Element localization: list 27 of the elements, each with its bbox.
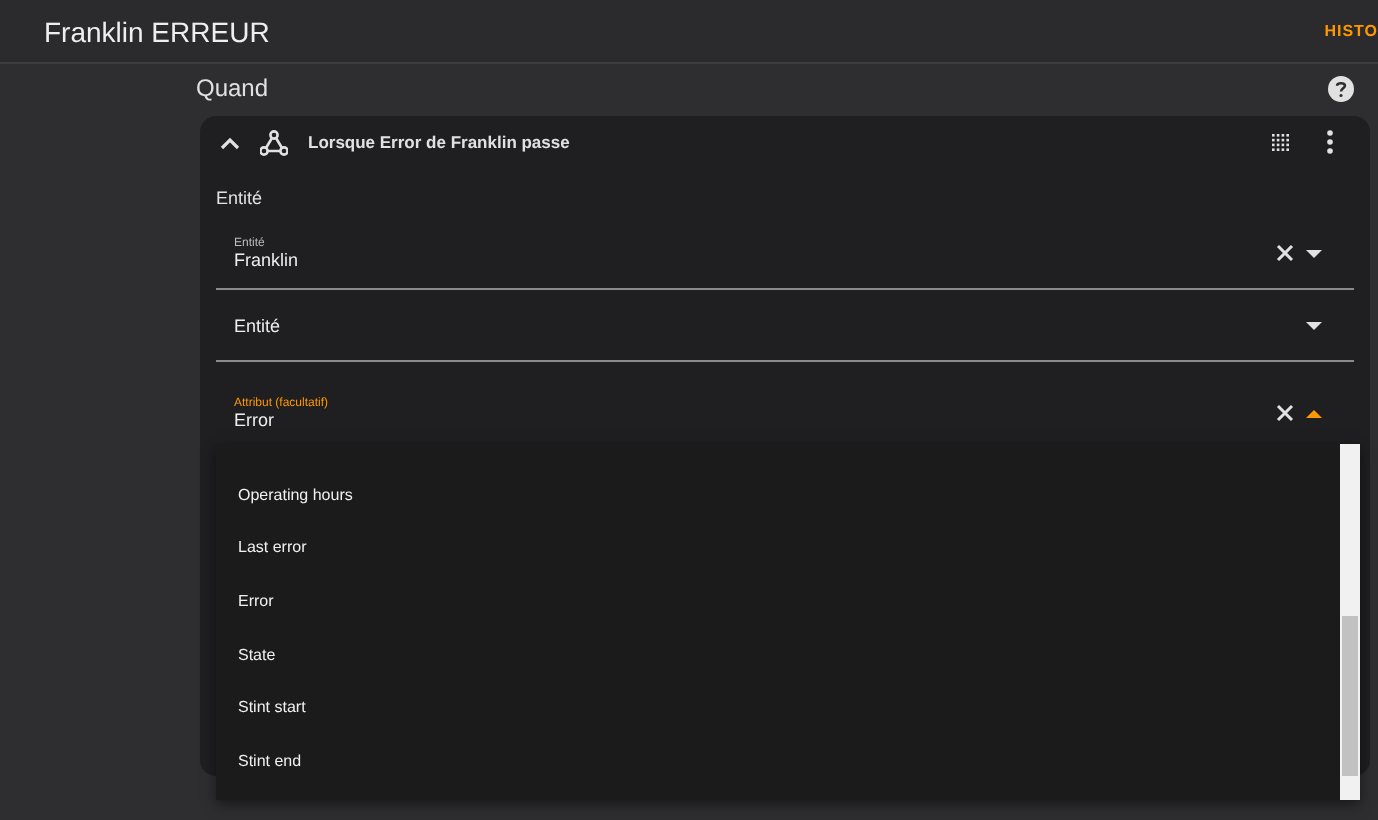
select-field[interactable]: Entité xyxy=(216,290,1354,362)
grid-icon[interactable] xyxy=(1272,133,1290,151)
nodes-icon xyxy=(260,129,288,155)
page-title: Franklin ERREUR xyxy=(44,15,270,47)
caret-icon[interactable] xyxy=(1306,321,1322,329)
scrollbar-thumb[interactable] xyxy=(1342,616,1358,776)
dropdown-item[interactable]: Operating hours xyxy=(216,468,1340,522)
field-value: Error xyxy=(234,409,276,429)
dropdown-item[interactable]: State xyxy=(216,627,1340,681)
section-title: Quand xyxy=(196,74,269,102)
history-tab[interactable]: HISTO xyxy=(1324,22,1378,40)
caret-icon[interactable] xyxy=(1306,409,1322,417)
caret-icon[interactable] xyxy=(1306,249,1322,257)
trigger-title: Lorsque Error de Franklin passe xyxy=(308,132,570,152)
more-icon[interactable] xyxy=(1326,130,1334,154)
group-label: Entité xyxy=(216,186,265,212)
collapse-icon[interactable] xyxy=(220,135,240,149)
dropdown-item[interactable]: Last error xyxy=(216,521,1340,575)
close-icon[interactable] xyxy=(1276,404,1294,422)
dropdown-item[interactable]: Error xyxy=(216,574,1340,628)
dropdown-item[interactable]: Stint start xyxy=(216,680,1340,734)
close-icon[interactable] xyxy=(1276,244,1294,262)
dropdown-item[interactable]: Stint end xyxy=(216,733,1340,788)
scrollbar[interactable] xyxy=(1340,444,1360,800)
field-placeholder: Entité xyxy=(234,315,283,335)
field-value: Franklin xyxy=(234,249,301,269)
help-icon[interactable] xyxy=(1328,75,1354,101)
